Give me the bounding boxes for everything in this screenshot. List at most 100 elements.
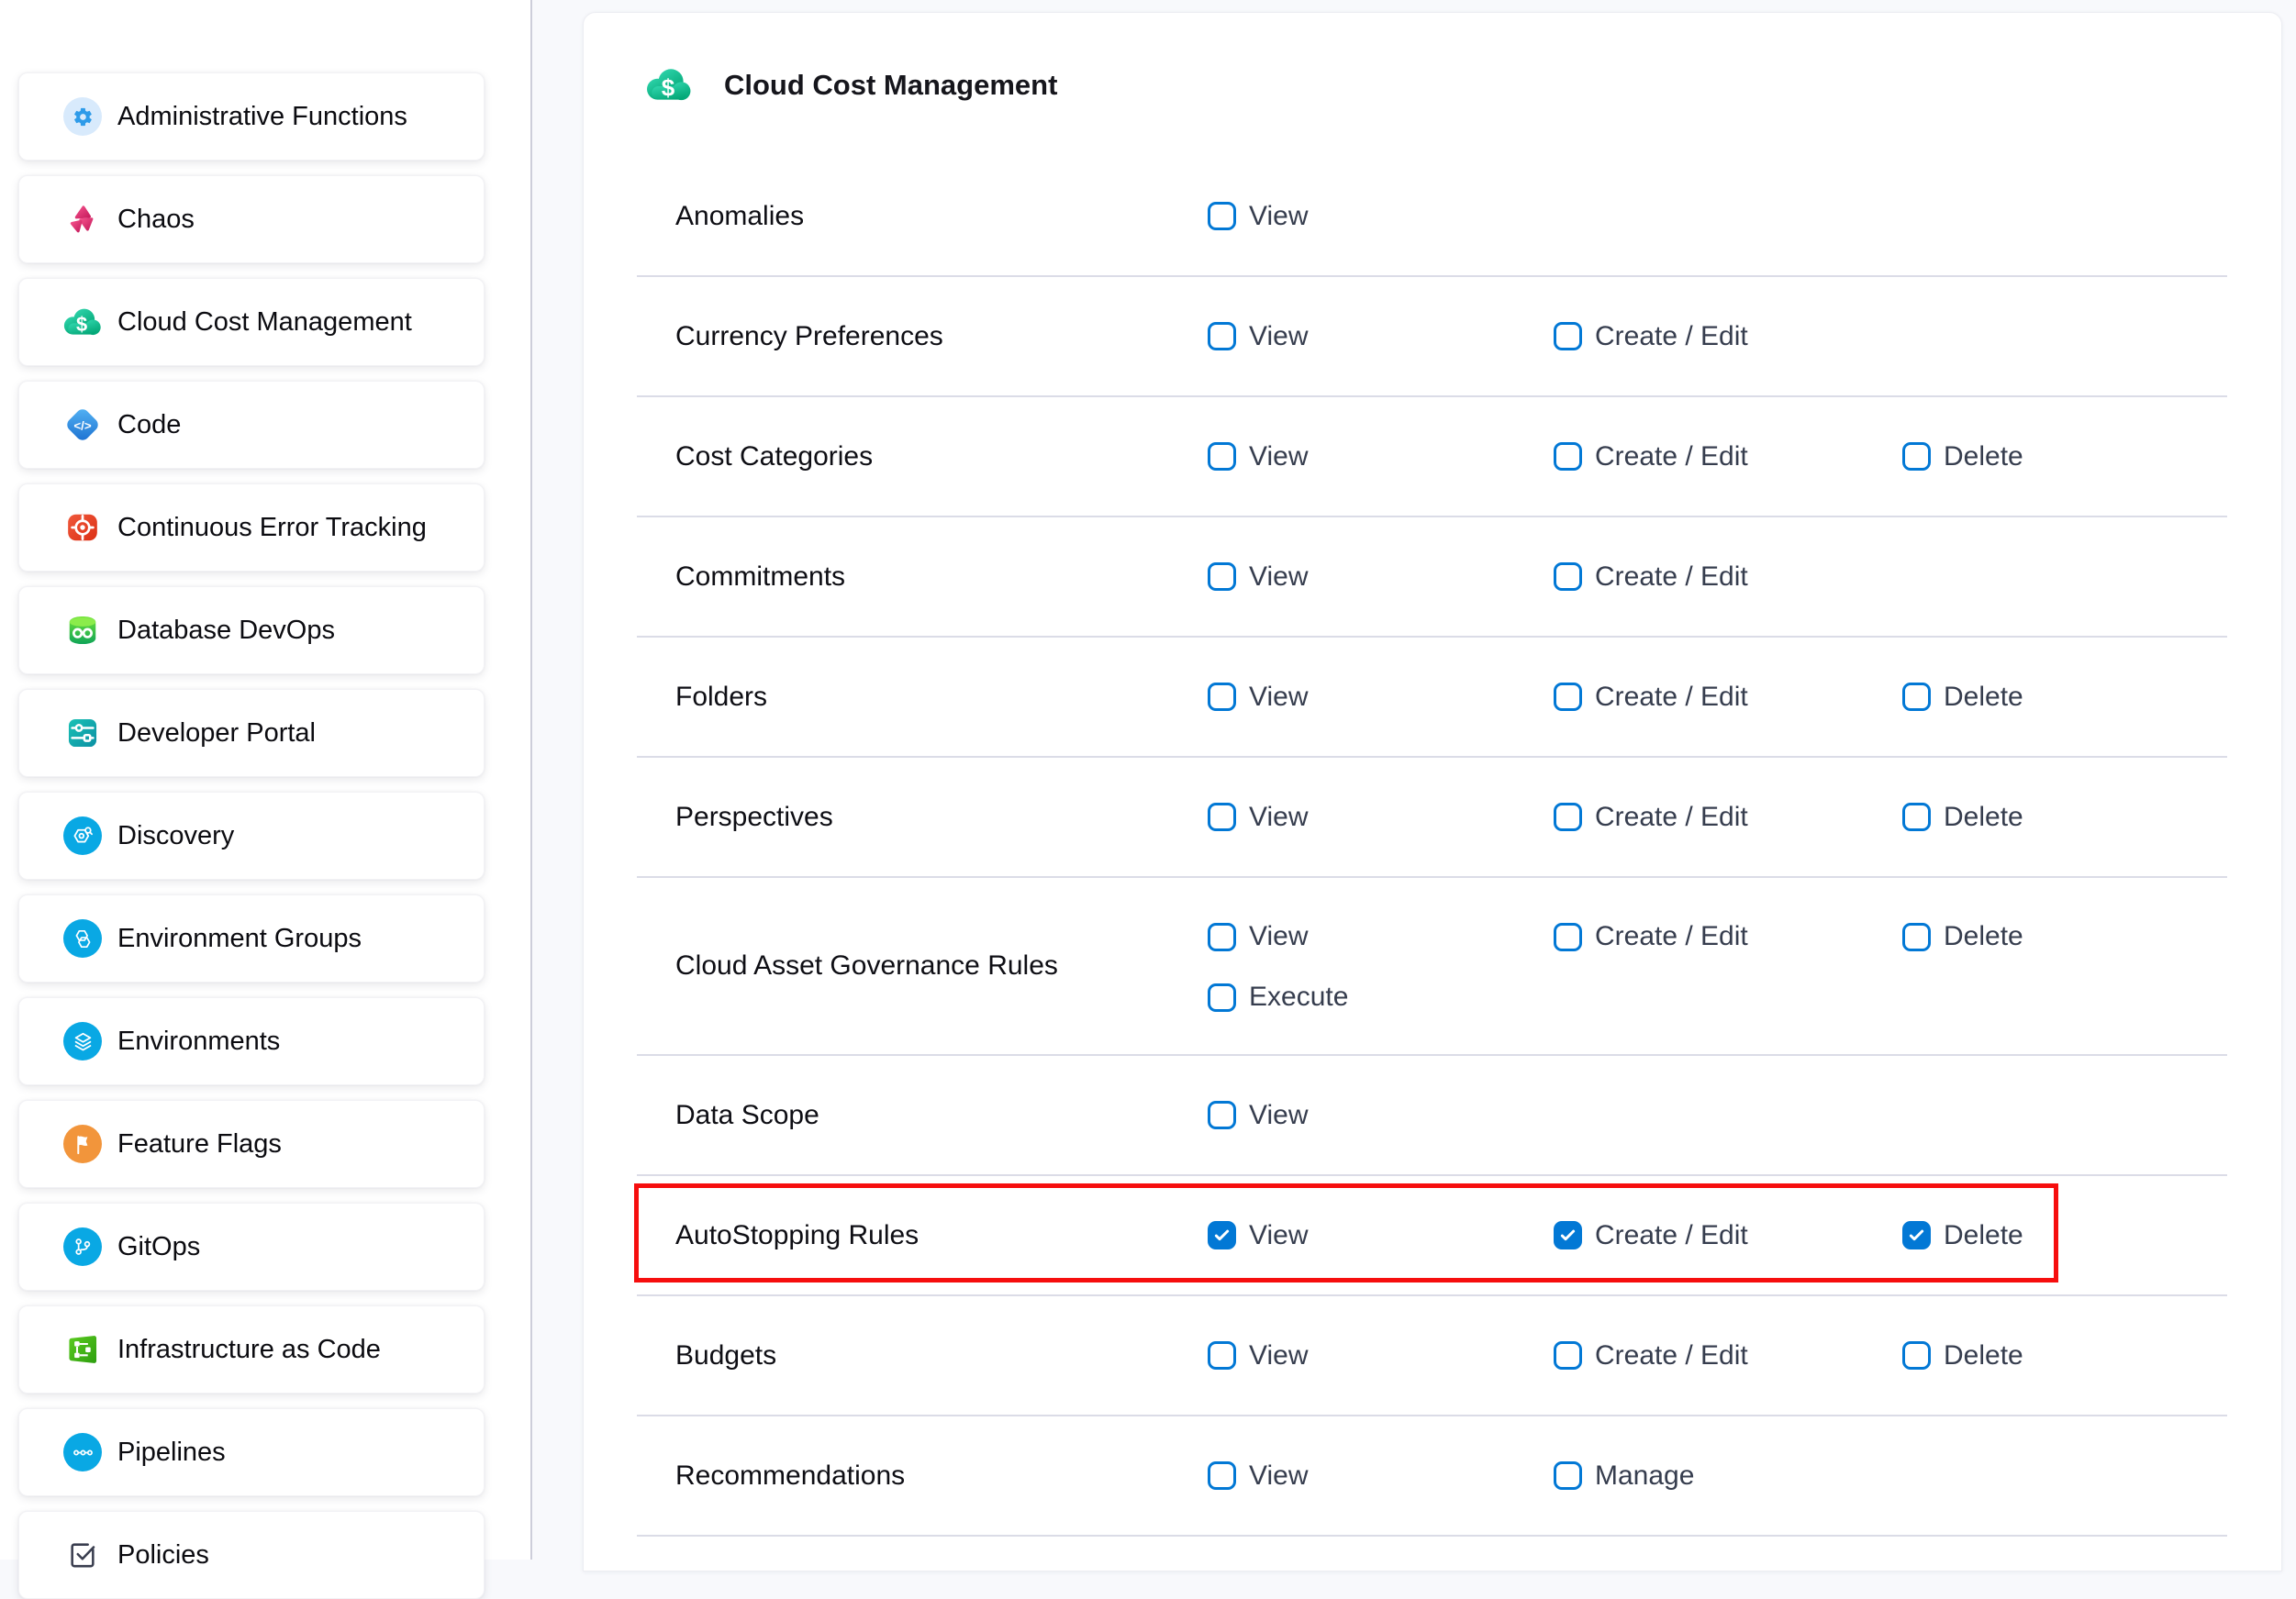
discovery-hexagon-icon	[63, 816, 102, 855]
permission-commitments-create-edit[interactable]: Create / Edit	[1554, 561, 1748, 593]
permission-autostopping-rules-create-edit[interactable]: Create / Edit	[1554, 1220, 1748, 1251]
sidebar-item-developer-portal[interactable]: Developer Portal	[18, 689, 485, 777]
checkbox-unchecked-icon[interactable]	[1208, 1341, 1236, 1370]
permission-row-perspectives: Perspectives View Create / Edit Delete	[637, 758, 2227, 878]
permission-currency-preferences-create-edit[interactable]: Create / Edit	[1554, 321, 1748, 352]
permission-cloud-asset-governance-rules-view[interactable]: View	[1208, 921, 1308, 952]
checkbox-checked-icon[interactable]	[1902, 1221, 1931, 1249]
sidebar-list: Administrative Functions Chaos $Cloud Cost…	[18, 72, 530, 1599]
permission-perspectives-delete[interactable]: Delete	[1902, 802, 2023, 833]
permission-recommendations-manage[interactable]: Manage	[1554, 1460, 1694, 1492]
resource-label: Perspectives	[675, 802, 833, 833]
permission-recommendations-view[interactable]: View	[1208, 1460, 1308, 1492]
sidebar-item-continuous-error-tracking[interactable]: Continuous Error Tracking	[18, 483, 485, 572]
permissions-panel: $ Cloud Cost Management AnomaliesViewCur…	[583, 12, 2282, 1571]
checkbox-unchecked-icon[interactable]	[1208, 562, 1236, 591]
checkbox-checked-icon[interactable]	[1208, 1221, 1236, 1249]
checkbox-unchecked-icon[interactable]	[1208, 1461, 1236, 1490]
sidebar-item-infrastructure-as-code[interactable]: Infrastructure as Code	[18, 1305, 485, 1394]
permission-folders-delete[interactable]: Delete	[1902, 682, 2023, 713]
sidebar-item-chaos[interactable]: Chaos	[18, 175, 485, 263]
sidebar-item-environments[interactable]: Environments	[18, 997, 485, 1085]
checkbox-unchecked-icon[interactable]	[1902, 442, 1931, 471]
checkbox-unchecked-icon[interactable]	[1902, 1341, 1931, 1370]
checkbox-unchecked-icon[interactable]	[1208, 983, 1236, 1012]
checkbox-unchecked-icon[interactable]	[1208, 442, 1236, 471]
checkbox-unchecked-icon[interactable]	[1554, 803, 1582, 831]
sidebar-item-pipelines[interactable]: Pipelines	[18, 1408, 485, 1496]
permission-label: Create / Edit	[1595, 441, 1748, 472]
checkbox-unchecked-icon[interactable]	[1554, 1341, 1582, 1370]
checkbox-unchecked-icon[interactable]	[1554, 442, 1582, 471]
permission-row-anomalies: Anomalies View	[637, 157, 2227, 277]
sidebar-item-label: Continuous Error Tracking	[117, 513, 427, 543]
permission-label: Delete	[1944, 441, 2023, 472]
permission-anomalies-view[interactable]: View	[1208, 201, 1308, 232]
permission-cloud-asset-governance-rules-delete[interactable]: Delete	[1902, 921, 2023, 952]
checkbox-unchecked-icon[interactable]	[1208, 202, 1236, 230]
sidebar-item-label: Developer Portal	[117, 718, 316, 749]
permission-autostopping-rules-delete[interactable]: Delete	[1902, 1220, 2023, 1251]
checkbox-unchecked-icon[interactable]	[1902, 803, 1931, 831]
checkbox-unchecked-icon[interactable]	[1554, 923, 1582, 951]
checkbox-unchecked-icon[interactable]	[1208, 923, 1236, 951]
permission-label: Create / Edit	[1595, 802, 1748, 833]
checkbox-unchecked-icon[interactable]	[1554, 322, 1582, 350]
checkbox-unchecked-icon[interactable]	[1902, 683, 1931, 711]
permission-commitments-view[interactable]: View	[1208, 561, 1308, 593]
checkbox-unchecked-icon[interactable]	[1902, 923, 1931, 951]
permission-label: View	[1249, 1220, 1308, 1251]
permission-currency-preferences-view[interactable]: View	[1208, 321, 1308, 352]
sidebar-item-label: Discovery	[117, 821, 234, 851]
permission-label: View	[1249, 682, 1308, 713]
checkbox-checked-icon[interactable]	[1554, 1221, 1582, 1249]
permission-label: View	[1249, 802, 1308, 833]
checkbox-unchecked-icon[interactable]	[1208, 803, 1236, 831]
permission-data-scope-view[interactable]: View	[1208, 1100, 1308, 1131]
permission-perspectives-create-edit[interactable]: Create / Edit	[1554, 802, 1748, 833]
sidebar-item-gitops[interactable]: GitOps	[18, 1203, 485, 1291]
sidebar-item-code[interactable]: </>Code	[18, 381, 485, 469]
permission-cost-categories-create-edit[interactable]: Create / Edit	[1554, 441, 1748, 472]
permission-budgets-view[interactable]: View	[1208, 1340, 1308, 1371]
permission-folders-create-edit[interactable]: Create / Edit	[1554, 682, 1748, 713]
permission-cloud-asset-governance-rules-create-edit[interactable]: Create / Edit	[1554, 921, 1748, 952]
resource-label: Cost Categories	[675, 441, 873, 472]
sidebar-item-label: Infrastructure as Code	[117, 1335, 381, 1365]
permission-perspectives-view[interactable]: View	[1208, 802, 1308, 833]
permission-budgets-delete[interactable]: Delete	[1902, 1340, 2023, 1371]
sidebar-item-cloud-cost-management[interactable]: $Cloud Cost Management	[18, 278, 485, 366]
checkbox-unchecked-icon[interactable]	[1208, 1101, 1236, 1129]
sidebar-item-feature-flags[interactable]: Feature Flags	[18, 1100, 485, 1188]
permission-label: Execute	[1249, 982, 1348, 1013]
portal-sliders-icon	[63, 714, 102, 752]
permission-row-budgets: BudgetsViewCreate / EditDelete	[637, 1296, 2227, 1416]
permission-folders-view[interactable]: View	[1208, 682, 1308, 713]
permission-row-cost-categories: Cost Categories View Create / Edit Delete	[637, 397, 2227, 517]
sidebar-item-administrative-functions[interactable]: Administrative Functions	[18, 72, 485, 161]
checkbox-unchecked-icon[interactable]	[1554, 1461, 1582, 1490]
checkbox-unchecked-icon[interactable]	[1554, 683, 1582, 711]
permission-autostopping-rules-view[interactable]: View	[1208, 1220, 1308, 1251]
checkbox-unchecked-icon[interactable]	[1208, 683, 1236, 711]
sidebar-item-environment-groups[interactable]: Environment Groups	[18, 894, 485, 983]
svg-text:$: $	[76, 313, 87, 336]
checkbox-unchecked-icon[interactable]	[1208, 322, 1236, 350]
sidebar-item-label: Environment Groups	[117, 924, 362, 954]
resource-label: Data Scope	[675, 1100, 819, 1131]
permission-label: Delete	[1944, 1220, 2023, 1251]
sidebar-item-database-devops[interactable]: Database DevOps	[18, 586, 485, 674]
permission-label: Create / Edit	[1595, 682, 1748, 713]
permission-row-cloud-asset-governance-rules: Cloud Asset Governance RulesViewCreate /…	[637, 878, 2227, 1056]
resource-label: Anomalies	[675, 201, 804, 232]
environment-layers-icon	[63, 1022, 102, 1060]
sidebar-item-policies[interactable]: Policies	[18, 1511, 485, 1599]
resource-label: AutoStopping Rules	[675, 1220, 919, 1251]
sidebar-item-discovery[interactable]: Discovery	[18, 792, 485, 880]
permission-cost-categories-view[interactable]: View	[1208, 441, 1308, 472]
permission-cloud-asset-governance-rules-execute[interactable]: Execute	[1208, 982, 1348, 1013]
checkbox-unchecked-icon[interactable]	[1554, 562, 1582, 591]
permission-budgets-create-edit[interactable]: Create / Edit	[1554, 1340, 1748, 1371]
permission-cost-categories-delete[interactable]: Delete	[1902, 441, 2023, 472]
sidebar-item-label: Chaos	[117, 205, 195, 235]
